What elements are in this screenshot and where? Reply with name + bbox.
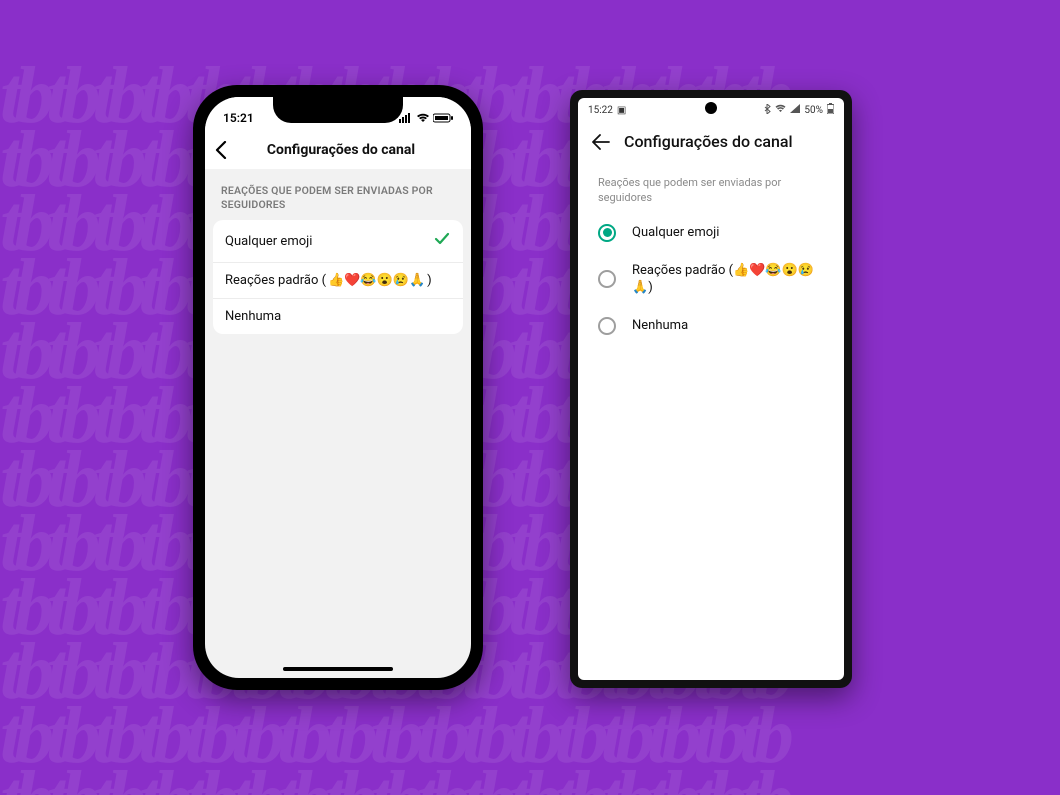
option-label: Qualquer emoji [225, 234, 312, 249]
wifi-icon [775, 104, 786, 116]
option-default-reactions[interactable]: Reações padrão ( 👍❤️😂😮😢🙏 ) [213, 262, 463, 298]
radio-selected-icon [598, 224, 616, 242]
android-status-time: 15:22 [588, 105, 613, 116]
back-button[interactable] [592, 134, 610, 150]
option-label: Nenhuma [632, 318, 688, 333]
checkmark-icon [433, 230, 451, 252]
battery-icon [433, 113, 453, 123]
signal-icon [399, 113, 413, 123]
option-emojis: 👍❤️😂😮😢🙏 [328, 273, 425, 288]
option-any-emoji[interactable]: Qualquer emoji [213, 220, 463, 262]
battery-icon [827, 103, 834, 117]
option-label: Nenhuma [225, 309, 281, 324]
iphone-notch [273, 97, 403, 123]
option-any-emoji[interactable]: Qualquer emoji [578, 214, 844, 252]
android-header: Configurações do canal [578, 120, 844, 165]
page-title: Configurações do canal [221, 142, 461, 158]
punch-hole-camera [705, 102, 717, 114]
android-screen: 15:22 ▣ 50% [578, 98, 844, 680]
iphone-frame: 15:21 Configurações do canal REAÇÕES QUE… [193, 85, 483, 690]
option-label: Qualquer emoji [632, 225, 719, 240]
iphone-screen: 15:21 Configurações do canal REAÇÕES QUE… [205, 97, 471, 678]
ios-options-list: Qualquer emoji Reações padrão ( 👍❤️😂😮😢🙏 … [213, 220, 463, 334]
page-title: Configurações do canal [624, 132, 793, 151]
ios-status-time: 15:21 [223, 111, 254, 125]
radio-unselected-icon [598, 317, 616, 335]
option-label: Reações padrão ( [632, 263, 733, 278]
option-default-reactions[interactable]: Reações padrão (👍❤️😂😮😢🙏) [578, 252, 844, 307]
bluetooth-icon [764, 104, 771, 117]
ios-header: Configurações do canal [205, 133, 471, 170]
section-header: Reações que podem ser enviadas por segui… [578, 165, 844, 214]
android-frame: 15:22 ▣ 50% [570, 90, 852, 688]
option-label-after: ) [648, 280, 653, 295]
option-none[interactable]: Nenhuma [213, 298, 463, 334]
signal-icon [790, 104, 800, 116]
background-pattern: tbtbtbtbtbtbtbtbtbtbtbtbtbtbtbtbtb tbtbt… [0, 0, 1060, 795]
battery-text: 50% [804, 105, 823, 116]
option-none[interactable]: Nenhuma [578, 307, 844, 345]
option-label-after: ) [427, 273, 432, 288]
notification-icon: ▣ [617, 105, 626, 116]
home-indicator[interactable] [283, 667, 393, 671]
option-label: Reações padrão ( [225, 273, 326, 288]
wifi-icon [416, 113, 430, 123]
radio-unselected-icon [598, 270, 616, 288]
section-header: REAÇÕES QUE PODEM SER ENVIADAS POR SEGUI… [205, 170, 471, 220]
